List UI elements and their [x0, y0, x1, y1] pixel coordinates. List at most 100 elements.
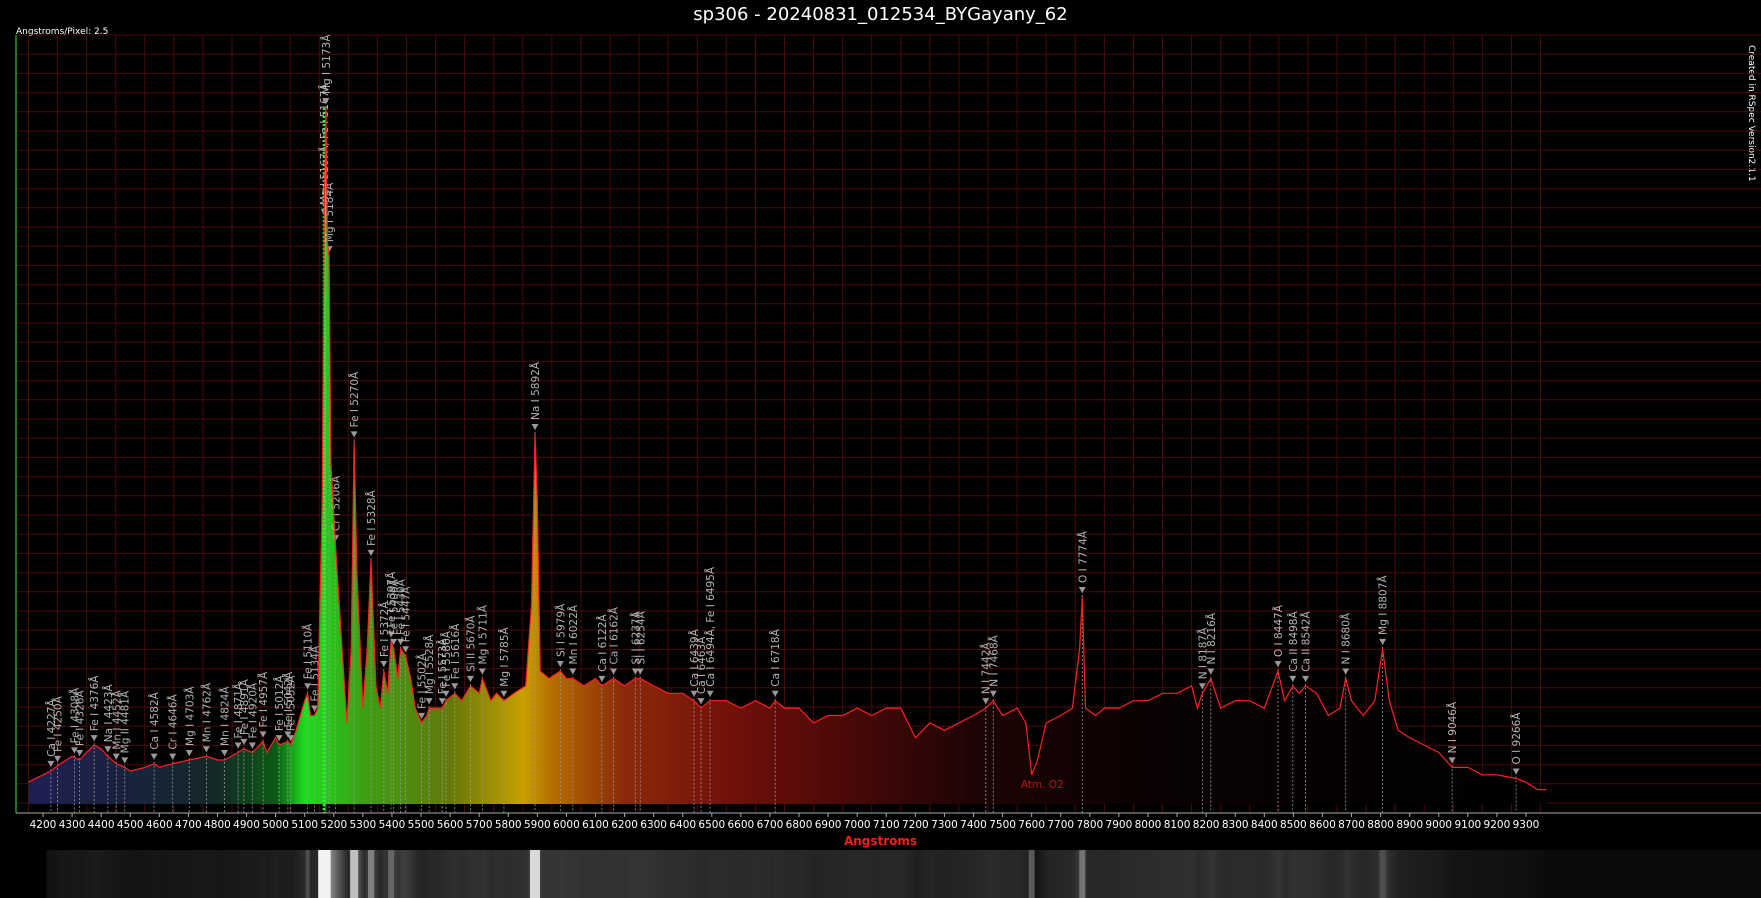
strip-bright-line [1028, 850, 1035, 898]
line-label: Mn I 4762Å [200, 682, 213, 742]
x-tick-label: 5700 [466, 819, 493, 831]
line-label: N I 8680Å [1340, 612, 1353, 664]
marker-triangle [610, 668, 618, 675]
line-label: Fe I 4957Å [257, 671, 270, 727]
x-tick-label: 5800 [495, 819, 522, 831]
marker-triangle [121, 757, 129, 764]
strip-bright-line [368, 850, 375, 898]
x-tick-label: 7300 [931, 819, 958, 831]
x-tick-label: 8400 [1251, 819, 1278, 831]
line-label: Ca I 6122Å [596, 614, 609, 672]
x-tick-label: 8200 [1193, 819, 1220, 831]
strip-bright-line [350, 850, 359, 898]
line-label: N I 8216Å [1205, 612, 1218, 664]
marker-triangle [90, 735, 98, 742]
x-tick-label: 7100 [873, 819, 900, 831]
line-label: Mg I 5528Å [423, 634, 436, 694]
marker-triangle [54, 755, 62, 762]
x-tick-label: 7500 [989, 819, 1016, 831]
x-tick-label: 4500 [117, 819, 144, 831]
x-tick-label: 7700 [1047, 819, 1074, 831]
x-tick-label: 9100 [1454, 819, 1481, 831]
x-tick-label: 4200 [30, 819, 57, 831]
marker-triangle [500, 690, 508, 697]
marker-triangle [169, 753, 177, 760]
line-label: Ca I 4582Å [148, 691, 161, 749]
line-label: N I 9046Å [1446, 701, 1459, 753]
line-label: Fe I 4376Å [88, 675, 101, 731]
x-tick-label: 7400 [960, 819, 987, 831]
marker-triangle [697, 698, 705, 705]
marker-triangle [380, 661, 388, 668]
marker-triangle [1379, 638, 1387, 645]
x-tick-label: 9200 [1484, 819, 1511, 831]
x-tick-label: 6300 [640, 819, 667, 831]
x-tick-label: 9300 [1513, 819, 1540, 831]
x-tick-label: 4400 [88, 819, 115, 831]
line-label: Fe I 5270Å [348, 371, 361, 427]
x-tick-label: 5200 [320, 819, 347, 831]
x-tick-label: 8900 [1396, 819, 1423, 831]
x-tick-label: 5400 [379, 819, 406, 831]
marker-triangle [350, 431, 358, 438]
marker-triangle [1448, 757, 1456, 764]
line-label: Mg II 4481Å [119, 690, 132, 753]
x-tick-label: 6200 [611, 819, 638, 831]
line-label: O I 9266Å [1510, 712, 1523, 765]
strip-band [1540, 850, 1544, 898]
x-tick-label: 8700 [1338, 819, 1365, 831]
line-label: Fe I 5052Å [285, 675, 298, 731]
x-tick-label: 5900 [524, 819, 551, 831]
x-tick-label: 6600 [728, 819, 755, 831]
line-label: Si I 5979Å [554, 603, 567, 657]
marker-triangle [150, 753, 158, 760]
line-label: Ca I 6494Å, Fe I 6495Å [704, 566, 717, 687]
x-tick-label: 5600 [437, 819, 464, 831]
line-label: Fe I 5447Å [400, 586, 413, 642]
line-label: O I 7774Å [1076, 530, 1089, 583]
x-tick-label: 6900 [815, 819, 842, 831]
line-label: Fe I 4326Å [74, 690, 87, 746]
line-label: Mg I 5173Å [320, 34, 333, 94]
line-label: Mg I 5711Å [476, 604, 489, 664]
line-label: Fe I 5328Å [365, 490, 378, 546]
marker-triangle [1274, 661, 1282, 668]
strip-bright-line [530, 850, 541, 898]
marker-triangle [478, 668, 486, 675]
line-label: Na I 5892Å [529, 361, 542, 420]
spectrum-chart: Ca I 4227ÅFe I 4250Å Fe I 4308ÅFe I 4326Å… [15, 34, 1761, 898]
marker-triangle [1342, 668, 1350, 675]
line-label: Cr I 4646Å [167, 694, 180, 750]
x-tick-label: 5500 [408, 819, 435, 831]
line-label: Mg I 5785Å [498, 626, 511, 686]
marker-triangle [185, 749, 193, 756]
line-label: Mg I 4703Å [183, 686, 196, 746]
strip-bright-line [1379, 850, 1386, 898]
strip-bright-line [318, 850, 331, 898]
x-tick-label: 8500 [1280, 819, 1307, 831]
x-tick-label: 5300 [349, 819, 376, 831]
x-tick-label: 8000 [1135, 819, 1162, 831]
line-label: Fe I 5616Å [449, 623, 462, 679]
line-label: Mn I 6022Å [567, 604, 580, 664]
strip-bright-line [388, 850, 395, 898]
line-label: Si II 5670Å [464, 615, 477, 672]
marker-triangle [569, 668, 577, 675]
line-label: Ca II 8542Å [1300, 611, 1313, 672]
x-tick-label: 4800 [204, 819, 231, 831]
line-label: Mn I 4824Å [218, 686, 231, 746]
strip-bright-line [305, 850, 310, 898]
x-tick-label: 6100 [582, 819, 609, 831]
x-tick-label: 7600 [1018, 819, 1045, 831]
line-label: Si I 6254Å [634, 610, 647, 664]
x-tick-label: 9000 [1425, 819, 1452, 831]
marker-triangle [636, 668, 644, 675]
x-tick-label: 8300 [1222, 819, 1249, 831]
x-tick-label: 6400 [669, 819, 696, 831]
x-tick-label: 4900 [233, 819, 260, 831]
x-tick-label: 6500 [698, 819, 725, 831]
marker-triangle [1289, 675, 1297, 682]
marker-triangle [202, 746, 210, 753]
x-tick-label: 8100 [1164, 819, 1191, 831]
x-tick-label: 6700 [757, 819, 784, 831]
